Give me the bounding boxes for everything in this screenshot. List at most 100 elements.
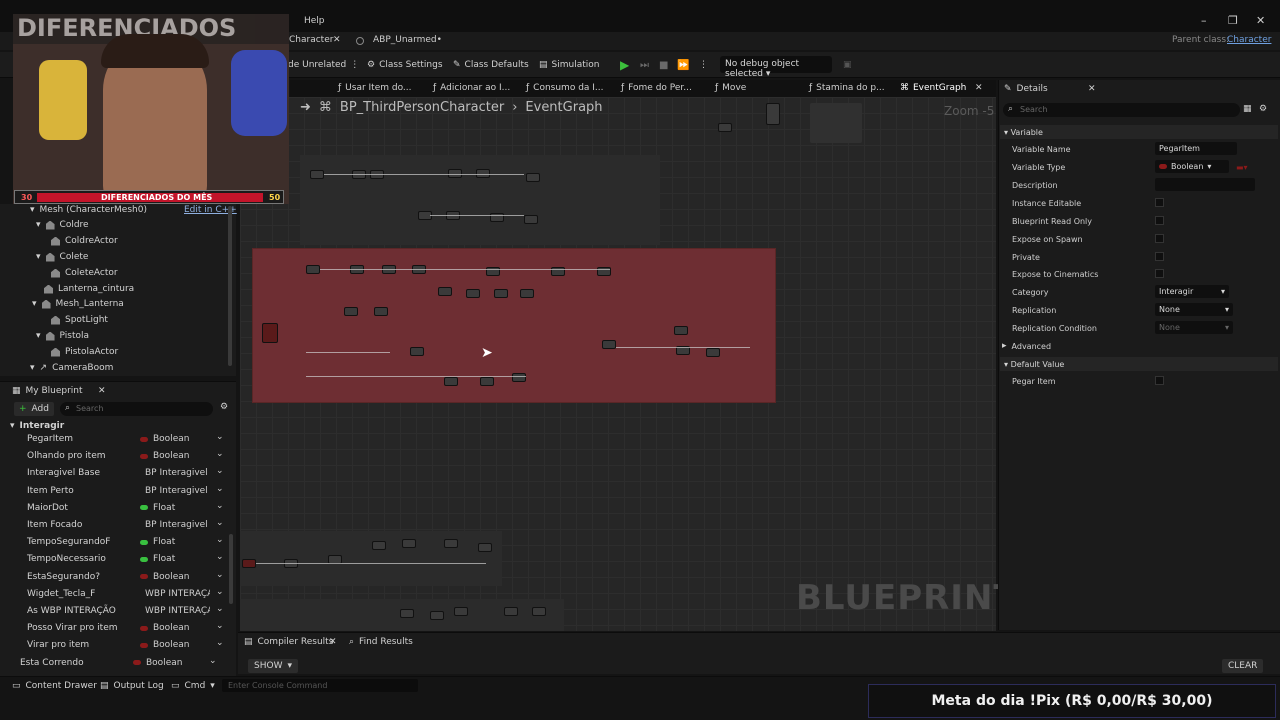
component-mesh[interactable]: ▾ Mesh (CharacterMesh0): [30, 205, 147, 215]
close-tab-icon[interactable]: ✕: [333, 35, 341, 45]
details-tab[interactable]: ✎ Details: [1004, 84, 1048, 94]
compiler-results-tab[interactable]: ▤ Compiler Results: [244, 637, 333, 647]
component-coldre[interactable]: ▾ Coldre: [36, 220, 89, 230]
graph-node[interactable]: [674, 326, 688, 335]
instance-editable-checkbox[interactable]: [1155, 198, 1164, 207]
details-search-input[interactable]: ⌕ Search: [1003, 103, 1240, 117]
output-log-button[interactable]: ▤ Output Log: [100, 681, 164, 691]
graph-tab[interactable]: ƒ Fome do Per...: [621, 83, 692, 93]
content-drawer-button[interactable]: ▭ Content Drawer: [12, 681, 97, 691]
graph-node[interactable]: [718, 123, 732, 132]
comment-box-lower[interactable]: [240, 531, 502, 586]
close-tab-icon[interactable]: ✕: [1088, 84, 1096, 94]
step-icon[interactable]: ⏭: [640, 58, 649, 72]
graph-node[interactable]: [374, 307, 388, 316]
eye-icon[interactable]: ⌄: [216, 587, 224, 597]
graph-tab[interactable]: ƒ Move: [715, 83, 746, 93]
tab-abp-unarmed[interactable]: ABP_Unarmed•: [373, 35, 442, 45]
add-button[interactable]: + Add: [14, 402, 54, 416]
replication-select[interactable]: None ▾: [1155, 303, 1233, 316]
eye-icon[interactable]: ⌄: [216, 432, 224, 442]
eye-icon[interactable]: ⌄: [216, 604, 224, 614]
graph-node[interactable]: [480, 377, 494, 386]
table-view-icon[interactable]: ▦: [1243, 104, 1252, 114]
class-settings-button[interactable]: ⚙ Class Settings: [367, 58, 443, 72]
component-pistola-actor[interactable]: PistolaActor: [51, 347, 118, 357]
more-play-options-icon[interactable]: ⋮: [699, 58, 708, 72]
eye-icon[interactable]: ⌄: [216, 638, 224, 648]
debug-object-select[interactable]: No debug object selected ▾: [720, 56, 832, 79]
variable-row[interactable]: Item Perto BP Interagivel E ⌄: [0, 484, 232, 499]
graph-node[interactable]: [602, 340, 616, 349]
graph-node[interactable]: [310, 170, 324, 179]
eye-icon[interactable]: ⌄: [216, 466, 224, 476]
variable-row[interactable]: Esta Correndo Boolean ⌄: [0, 656, 225, 671]
variable-row[interactable]: TempoSegurandoF Float ⌄: [0, 535, 232, 550]
component-mesh-lanterna[interactable]: ▾ Mesh_Lanterna: [32, 299, 124, 309]
variable-name-input[interactable]: PegarItem: [1155, 142, 1237, 155]
debug-filter-icon[interactable]: ▣: [843, 58, 852, 72]
my-blueprint-tab[interactable]: ▦ My Blueprint: [12, 386, 83, 396]
breadcrumb-graph[interactable]: EventGraph: [525, 100, 602, 115]
settings-gear-icon[interactable]: ⚙: [220, 402, 228, 412]
category-select[interactable]: Interagir ▾: [1155, 285, 1229, 298]
variable-row[interactable]: Posso Virar pro item Boolean ⌄: [0, 621, 232, 636]
eye-icon[interactable]: ⌄: [216, 621, 224, 631]
close-window-icon[interactable]: ✕: [1256, 14, 1265, 27]
private-checkbox[interactable]: [1155, 252, 1164, 261]
graph-node[interactable]: [430, 611, 444, 620]
component-lanterna-cintura[interactable]: Lanterna_cintura: [44, 284, 134, 294]
variables-scrollbar[interactable]: [229, 534, 233, 604]
graph-event-node[interactable]: [262, 323, 278, 343]
graph-tab[interactable]: ƒ Usar Item do...: [338, 83, 412, 93]
eye-icon[interactable]: ⌄: [216, 518, 224, 528]
expose-cinematics-checkbox[interactable]: [1155, 269, 1164, 278]
eye-icon[interactable]: ⌄: [216, 501, 224, 511]
variable-row[interactable]: PegarItem Boolean ⌄: [0, 432, 232, 447]
play-icon[interactable]: ▶: [620, 58, 629, 72]
clear-button[interactable]: CLEAR: [1222, 659, 1264, 673]
graph-node[interactable]: [766, 103, 780, 125]
component-pistola[interactable]: ▾ Pistola: [36, 331, 89, 341]
parent-class-link[interactable]: Character: [1227, 35, 1271, 45]
variable-type-select[interactable]: Boolean ▾: [1155, 160, 1229, 173]
minimize-icon[interactable]: –: [1201, 14, 1207, 27]
variable-row[interactable]: Interagivel Base BP Interagivel E ⌄: [0, 466, 232, 481]
console-input[interactable]: Enter Console Command: [222, 679, 418, 692]
breadcrumb-blueprint[interactable]: BP_ThirdPersonCharacter: [340, 100, 504, 115]
graph-node[interactable]: [810, 103, 862, 143]
bp-read-only-checkbox[interactable]: [1155, 216, 1164, 225]
eye-icon[interactable]: ⌄: [209, 656, 217, 666]
advanced-section[interactable]: ▸ Advanced: [1002, 341, 1051, 351]
back-arrow-icon[interactable]: ➜: [300, 100, 311, 115]
graph-node[interactable]: [344, 307, 358, 316]
description-input[interactable]: [1155, 178, 1255, 191]
variable-row[interactable]: Wigdet_Tecla_F WBP INTERAÇÃ ⌄: [0, 587, 232, 602]
eye-icon[interactable]: ⌄: [216, 570, 224, 580]
graph-tab[interactable]: ƒ Adicionar ao I...: [433, 83, 510, 93]
default-pegar-item-checkbox[interactable]: [1155, 376, 1164, 385]
find-results-tab[interactable]: ⌕ Find Results: [349, 637, 413, 647]
stop-icon[interactable]: ■: [659, 58, 668, 72]
graph-node[interactable]: [372, 541, 386, 550]
section-default-value[interactable]: ▾ Default Value: [1000, 357, 1278, 371]
component-spotlight[interactable]: SpotLight: [51, 315, 108, 325]
graph-node[interactable]: [706, 348, 720, 357]
eye-icon[interactable]: ⌄: [216, 449, 224, 459]
eye-icon[interactable]: ⌄: [216, 535, 224, 545]
variable-category[interactable]: ▾ Interagir: [10, 421, 64, 431]
settings-gear-icon[interactable]: ⚙: [1259, 104, 1267, 114]
component-colete[interactable]: ▾ Colete: [36, 252, 88, 262]
graph-node[interactable]: [402, 539, 416, 548]
graph-canvas[interactable]: [240, 97, 996, 631]
cmd-select[interactable]: ▭ Cmd ▾: [171, 681, 215, 691]
class-defaults-button[interactable]: ✎ Class Defaults: [453, 58, 529, 72]
unrelated-toggle[interactable]: de Unrelated ⋮: [288, 58, 359, 72]
variable-row[interactable]: EstaSegurando? Boolean ⌄: [0, 570, 232, 585]
graph-node[interactable]: [526, 173, 540, 182]
component-colete-actor[interactable]: ColeteActor: [51, 268, 118, 278]
eye-icon[interactable]: ⌄: [216, 484, 224, 494]
graph-tab[interactable]: ƒ Consumo da I...: [526, 83, 604, 93]
close-tab-icon[interactable]: ✕: [329, 637, 337, 647]
replication-condition-select[interactable]: None ▾: [1155, 321, 1233, 334]
